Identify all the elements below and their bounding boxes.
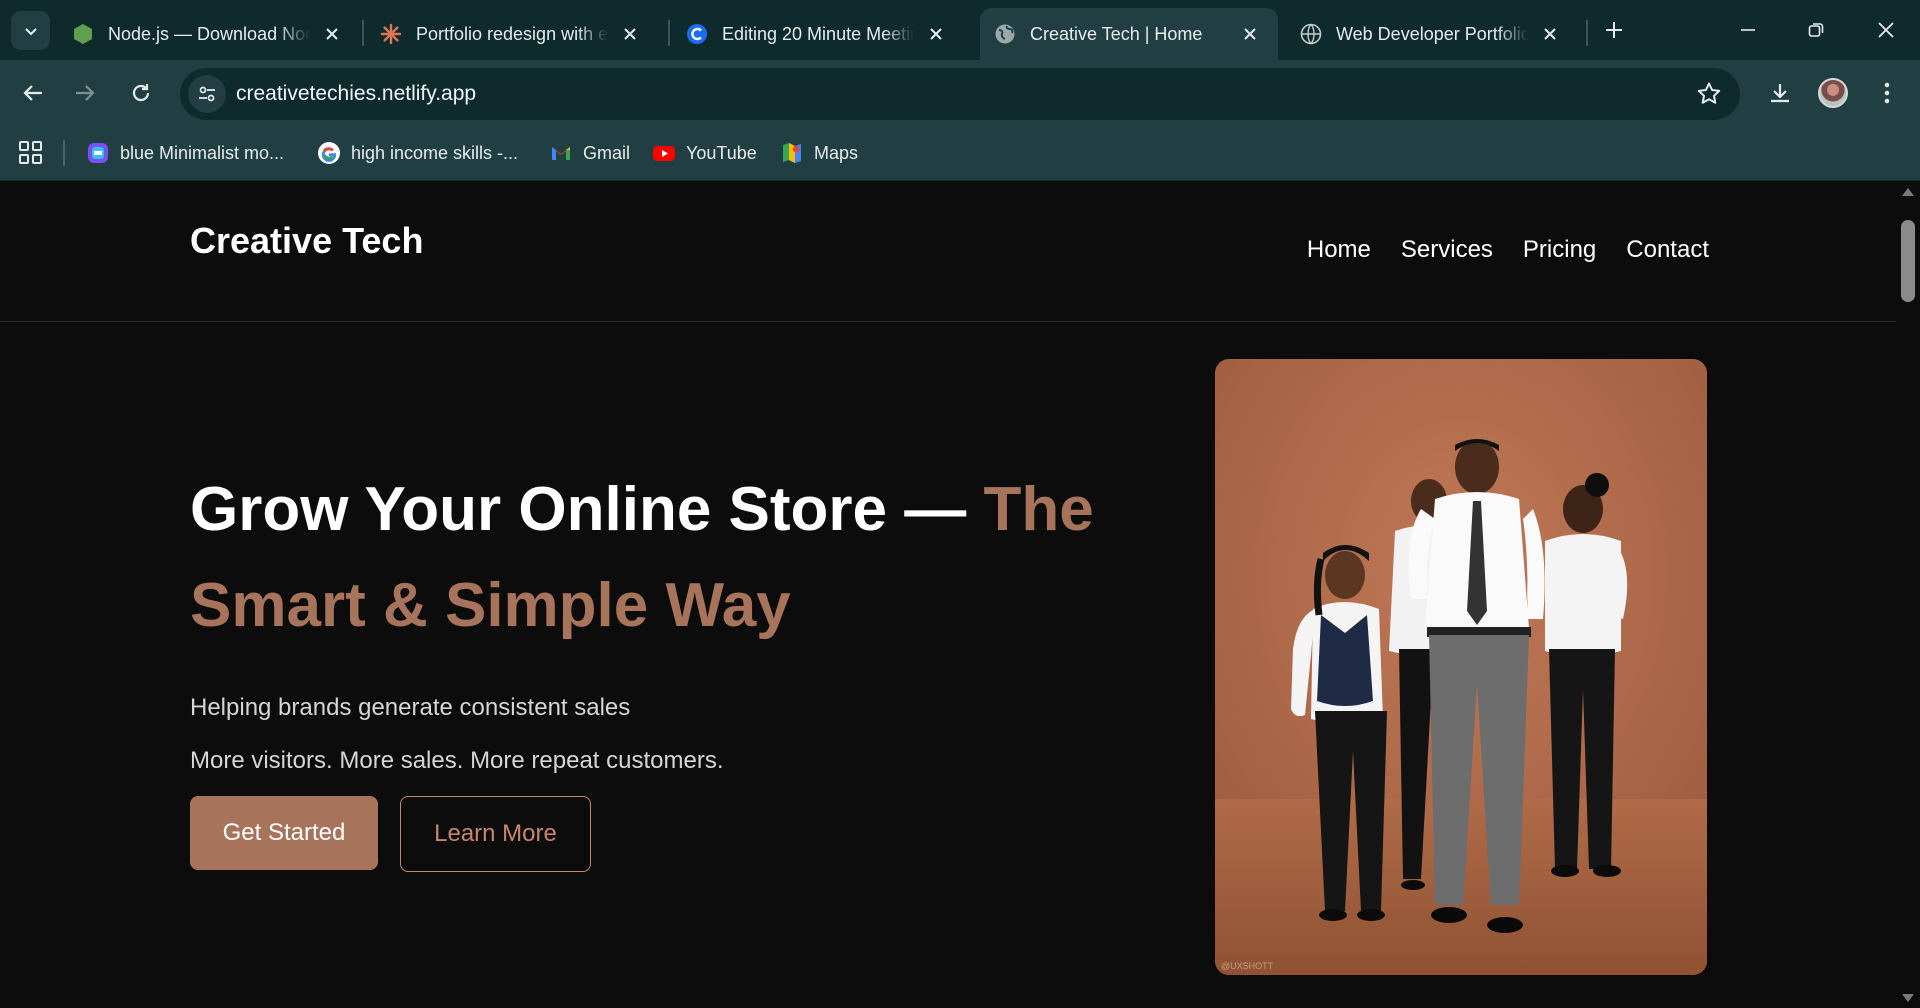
bookmark-label: high income skills -... [351, 142, 519, 163]
learn-more-button[interactable]: Learn More [400, 796, 591, 872]
restore-button[interactable] [1794, 10, 1838, 50]
menu-button[interactable] [1868, 74, 1906, 112]
close-icon[interactable] [1238, 22, 1262, 46]
calendly-icon [686, 23, 708, 45]
bookmark-gmail[interactable]: Gmail [549, 138, 630, 168]
bookmarks-bar: blue Minimalist mo... high income skills… [0, 126, 1920, 181]
forward-button[interactable] [66, 74, 104, 112]
tab-title: Portfolio redesign with emphasis [416, 23, 608, 44]
claude-icon [380, 23, 402, 45]
nodejs-icon [72, 23, 94, 45]
address-url[interactable]: creativetechies.netlify.app [236, 82, 476, 106]
hero-team-photo: @UXSHOTT [1215, 359, 1707, 975]
site-info-button[interactable] [188, 75, 226, 113]
scroll-down-arrow-icon[interactable] [1902, 994, 1914, 1002]
bookmark-star-icon[interactable] [1696, 81, 1722, 107]
globe-icon [1300, 23, 1322, 45]
apps-grid-icon[interactable] [18, 140, 44, 166]
scrollbar-thumb[interactable] [1901, 220, 1915, 302]
hero-subtitle-2: More visitors. More sales. More repeat c… [190, 747, 724, 774]
tab-search-button[interactable] [11, 11, 50, 50]
download-icon [1771, 84, 1789, 103]
tab-separator [668, 20, 670, 46]
bookmark-label: Maps [814, 142, 859, 163]
bookmark-label: YouTube [686, 142, 757, 163]
tab-separator [1586, 20, 1588, 46]
site-logo[interactable]: Creative Tech [190, 220, 423, 262]
page-scrollbar[interactable] [1896, 182, 1920, 1008]
new-tab-button[interactable] [1598, 14, 1630, 46]
plus-icon [1606, 22, 1622, 38]
bookmark-canva[interactable]: blue Minimalist mo... [86, 138, 284, 168]
site-nav: Home Services Pricing Contact [1307, 236, 1709, 264]
photo-watermark: @UXSHOTT [1221, 961, 1274, 971]
bookmark-youtube[interactable]: YouTube [652, 138, 757, 168]
nav-link-services[interactable]: Services [1401, 236, 1493, 264]
tab-title: Editing 20 Minute Meeting [722, 23, 914, 44]
minimize-icon [1741, 29, 1755, 31]
google-icon [317, 141, 341, 165]
hero-subtitle-1: Helping brands generate consistent sales [190, 694, 631, 721]
address-bar[interactable]: creativetechies.netlify.app [180, 68, 1740, 120]
chevron-down-icon [24, 27, 37, 35]
minimize-button[interactable] [1726, 10, 1770, 50]
nav-link-pricing[interactable]: Pricing [1523, 236, 1596, 264]
site-header: Creative Tech Home Services Pricing Cont… [0, 182, 1896, 322]
tab-calendly[interactable]: Editing 20 Minute Meeting [672, 8, 964, 60]
arrow-left-icon [23, 85, 42, 101]
close-icon[interactable] [924, 22, 948, 46]
hero-title-main: Grow Your Online Store — [190, 475, 984, 544]
close-window-button[interactable] [1864, 10, 1908, 50]
page-viewport: Creative Tech Home Services Pricing Cont… [0, 182, 1896, 1008]
maps-icon [780, 141, 804, 165]
scroll-up-arrow-icon[interactable] [1902, 188, 1914, 196]
tab-title: Node.js — Download Node.js® [108, 23, 310, 44]
reload-icon [132, 84, 150, 102]
bookmark-maps[interactable]: Maps [780, 138, 858, 168]
bookmarks-divider [63, 140, 65, 166]
close-icon[interactable] [320, 22, 344, 46]
gmail-icon [549, 141, 573, 165]
tune-icon [199, 86, 215, 102]
back-button[interactable] [14, 74, 52, 112]
hero-title: Grow Your Online Store — The Smart & Sim… [190, 462, 1110, 654]
restore-icon [1808, 23, 1824, 37]
downloads-button[interactable] [1761, 74, 1799, 112]
tab-separator [362, 20, 364, 46]
profile-button[interactable] [1814, 74, 1852, 112]
tab-nodejs[interactable]: Node.js — Download Node.js® [58, 8, 360, 60]
get-started-button[interactable]: Get Started [190, 796, 378, 870]
bookmark-high-income-skills[interactable]: high income skills -... [317, 138, 518, 168]
bookmark-label: blue Minimalist mo... [120, 142, 285, 163]
tab-claude[interactable]: Portfolio redesign with emphasis [366, 8, 658, 60]
browser-toolbar: creativetechies.netlify.app [0, 60, 1920, 126]
avatar [1818, 78, 1848, 108]
tab-title: Web Developer Portfolio [1336, 23, 1528, 44]
tab-web-developer-portfolio[interactable]: Web Developer Portfolio [1286, 8, 1578, 60]
tab-strip: Node.js — Download Node.js® Portfolio re… [0, 0, 1920, 60]
canva-icon [86, 141, 110, 165]
bookmark-label: Gmail [583, 142, 631, 163]
nav-link-home[interactable]: Home [1307, 236, 1371, 264]
close-icon [1878, 22, 1894, 38]
close-icon[interactable] [618, 22, 642, 46]
close-icon[interactable] [1538, 22, 1562, 46]
reload-button[interactable] [122, 74, 160, 112]
globe-icon [994, 23, 1016, 45]
tab-title: Creative Tech | Home [1030, 23, 1203, 44]
tab-creative-tech[interactable]: Creative Tech | Home [980, 8, 1278, 60]
arrow-right-icon [76, 85, 95, 101]
youtube-icon [652, 141, 676, 165]
nav-link-contact[interactable]: Contact [1626, 236, 1709, 264]
more-vertical-icon [1884, 82, 1890, 104]
